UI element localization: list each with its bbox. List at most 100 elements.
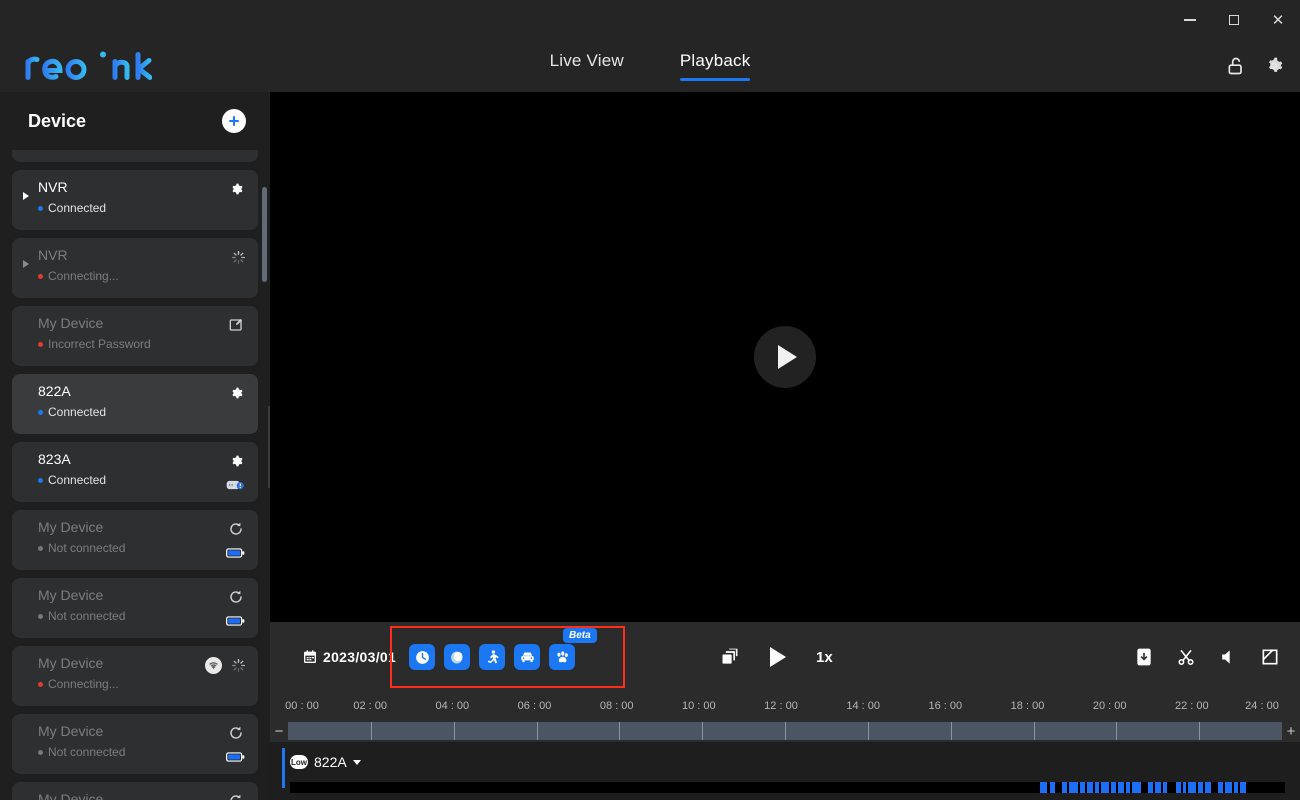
edit-icon[interactable] (228, 317, 244, 333)
minimize-button[interactable] (1168, 4, 1212, 36)
recording-segment[interactable] (1198, 782, 1204, 793)
recording-segment[interactable] (1225, 782, 1233, 793)
status-dot (38, 205, 43, 211)
device-status: Connecting... (38, 677, 244, 691)
timeline-zoom-out-button[interactable]: − (270, 724, 288, 739)
refresh-icon[interactable] (228, 793, 244, 800)
play-button[interactable] (770, 647, 786, 667)
recording-segment[interactable] (1162, 782, 1167, 793)
video-play-button[interactable] (754, 326, 816, 388)
device-status: Connected (38, 473, 244, 487)
recording-segment[interactable] (1205, 782, 1212, 793)
quality-badge: Low (290, 755, 308, 769)
battery-warning-icon (226, 480, 244, 490)
date-picker[interactable]: 2023/03/01 (302, 649, 396, 665)
person-filter[interactable] (479, 644, 505, 670)
gear-icon[interactable] (228, 453, 244, 469)
layers-icon[interactable] (720, 647, 740, 667)
gear-icon[interactable] (1264, 56, 1284, 76)
download-icon[interactable] (1134, 647, 1154, 667)
recording-segment[interactable] (1125, 782, 1130, 793)
volume-icon[interactable] (1218, 647, 1238, 667)
device-status-label: Connected (48, 473, 107, 487)
gear-icon[interactable] (228, 385, 244, 401)
video-viewport[interactable] (270, 92, 1300, 622)
device-item-0[interactable]: NVR Connected (12, 170, 258, 230)
timeline-gridline (1199, 722, 1201, 740)
recording-segment[interactable] (1154, 782, 1161, 793)
timeline-scrub-bar[interactable] (288, 722, 1282, 740)
unlock-icon[interactable] (1226, 56, 1246, 76)
speed-label[interactable]: 1x (816, 649, 833, 666)
recording-segment[interactable] (1110, 782, 1116, 793)
refresh-icon[interactable] (228, 725, 244, 741)
timeline-tick: 02 : 00 (353, 700, 387, 712)
timeline-tick: 16 : 00 (928, 700, 963, 712)
timeline-gridline (453, 722, 455, 740)
close-button[interactable]: ✕ (1256, 4, 1300, 36)
device-name: My Device (38, 587, 104, 603)
timeline-tick: 12 : 00 (764, 700, 798, 712)
pet-filter[interactable]: Beta (549, 628, 597, 670)
track-header[interactable]: Low 822A (290, 754, 361, 770)
device-status: Not connected (38, 609, 244, 623)
device-item-8[interactable]: My Device Not connected (12, 714, 258, 774)
recording-segment[interactable] (1040, 782, 1048, 793)
recording-segment[interactable] (1131, 782, 1141, 793)
refresh-icon[interactable] (228, 521, 244, 537)
device-item-6[interactable]: My Device Not connected (12, 578, 258, 638)
recording-segment[interactable] (1218, 782, 1224, 793)
maximize-icon (1229, 15, 1239, 25)
car-icon (520, 652, 534, 662)
fullscreen-icon[interactable] (1260, 647, 1280, 667)
timeline-gridline (867, 722, 869, 740)
device-item-1[interactable]: NVR Connecting... (12, 238, 258, 298)
maximize-button[interactable] (1212, 4, 1256, 36)
device-item-3[interactable]: 822A Connected (12, 374, 258, 434)
gear-icon[interactable] (228, 181, 244, 197)
recording-track[interactable] (290, 782, 1285, 793)
scissors-icon[interactable] (1176, 647, 1196, 667)
timer-filter[interactable] (409, 644, 435, 670)
tab-live-view[interactable]: Live View (550, 51, 624, 81)
recording-segment[interactable] (1188, 782, 1197, 793)
recording-segment[interactable] (1080, 782, 1085, 793)
device-status: Not connected (38, 541, 244, 555)
recording-segment[interactable] (1069, 782, 1079, 793)
recording-segment[interactable] (1234, 782, 1239, 793)
expand-caret-icon[interactable] (23, 192, 29, 200)
person-icon (487, 649, 499, 663)
recording-segment[interactable] (1062, 782, 1068, 793)
sidebar-scrollbar[interactable] (262, 187, 267, 282)
recording-segment[interactable] (1100, 782, 1109, 793)
timeline-gridline (619, 722, 621, 740)
device-item-9[interactable]: My DeviceNot connected (12, 782, 258, 800)
recording-segment[interactable] (1117, 782, 1124, 793)
timeline-zoom-in-button[interactable]: + (1282, 724, 1300, 739)
device-item-7[interactable]: My Device Connecting... (12, 646, 258, 706)
main-nav: Live View Playback (0, 51, 1300, 81)
device-item-5[interactable]: My Device Not connected (12, 510, 258, 570)
tab-playback[interactable]: Playback (679, 51, 751, 81)
app-header: Live View Playback (0, 40, 1300, 92)
loading-spinner-icon (231, 658, 246, 673)
recording-segment[interactable] (1050, 782, 1056, 793)
timeline-ruler[interactable]: 00 : 00 02 : 00 04 : 00 06 : 00 08 : 00 10 : … (270, 692, 1300, 742)
vehicle-filter[interactable] (514, 644, 540, 670)
chevron-down-icon[interactable] (352, 759, 361, 765)
device-item-4[interactable]: 823A Connected (12, 442, 258, 502)
recording-segment[interactable] (1240, 782, 1247, 793)
refresh-icon[interactable] (228, 589, 244, 605)
recording-segment[interactable] (1175, 782, 1181, 793)
recording-segment[interactable] (1086, 782, 1093, 793)
device-name: 822A (38, 383, 71, 399)
device-item-2[interactable]: My Device Incorrect Password (12, 306, 258, 366)
recording-segment[interactable] (1094, 782, 1099, 793)
add-device-button[interactable] (222, 109, 246, 133)
device-status-label: Not connected (48, 745, 126, 759)
header-actions (1226, 56, 1284, 76)
expand-caret-icon[interactable] (23, 260, 29, 268)
recording-segment[interactable] (1147, 782, 1153, 793)
motion-filter[interactable] (444, 644, 470, 670)
recording-segment[interactable] (1182, 782, 1187, 793)
